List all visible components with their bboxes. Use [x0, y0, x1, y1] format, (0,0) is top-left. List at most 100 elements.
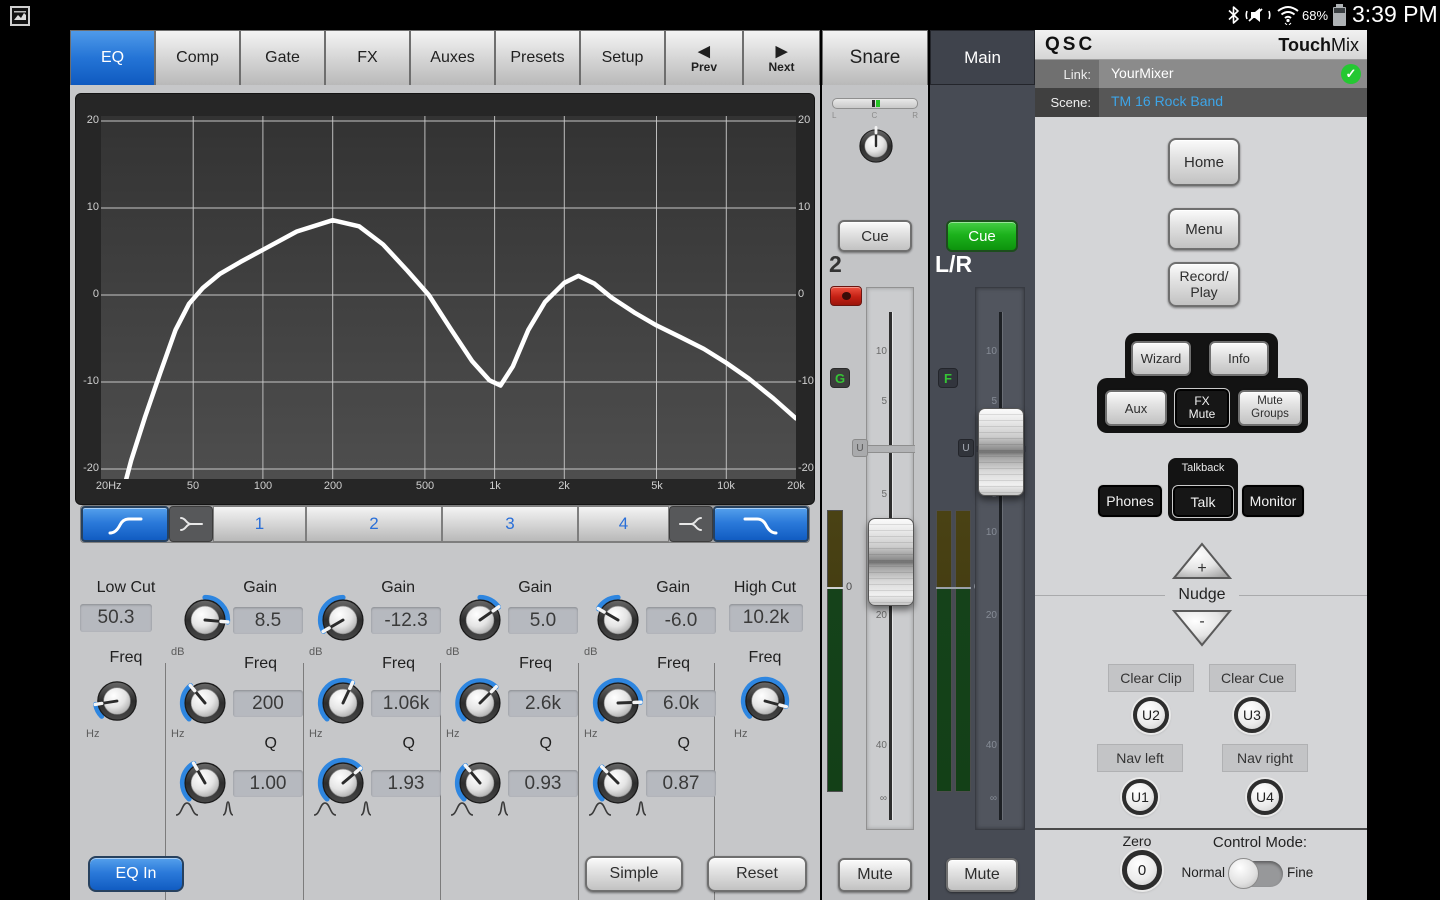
wizard-button[interactable]: Wizard: [1131, 341, 1191, 376]
band-2-button[interactable]: 2: [306, 506, 442, 542]
qsc-logo: QSC: [1045, 34, 1095, 56]
link-value: YourMixer: [1111, 65, 1174, 81]
band4-gain-knob[interactable]: [592, 594, 644, 646]
low-shelf-band-button[interactable]: [169, 506, 213, 542]
talk-button[interactable]: Talk: [1172, 485, 1234, 518]
tab-fx[interactable]: FX: [325, 30, 410, 85]
x-tick-1k: 1k: [489, 479, 501, 493]
remote-control-panel: QSC TouchMix Link: YourMixer ✓ Scene: TM…: [1035, 30, 1367, 900]
x-tick-500: 500: [416, 479, 434, 493]
high-shelf-band-button[interactable]: [669, 506, 713, 542]
scale-40: 40: [869, 740, 887, 751]
column-separator: [578, 663, 579, 900]
y-tick--10: -10: [78, 374, 99, 388]
tab-presets[interactable]: Presets: [495, 30, 580, 85]
knob-graphic: [317, 677, 369, 729]
eq-plot: [101, 116, 796, 479]
eq-in-button[interactable]: EQ In: [88, 856, 184, 892]
prev-label: Prev: [691, 60, 717, 74]
tab-auxes[interactable]: Auxes: [410, 30, 495, 85]
main-cue-button[interactable]: Cue: [946, 220, 1018, 252]
user-button-u4[interactable]: U4: [1247, 779, 1283, 815]
scale-5-bot: 5: [869, 489, 887, 500]
muted-speaker-icon: [1245, 7, 1271, 23]
low-cut-freq-knob[interactable]: [92, 676, 142, 726]
band-1-button[interactable]: 1: [213, 506, 306, 542]
pan-left-label: L: [832, 111, 836, 121]
prev-channel-button[interactable]: ◀ Prev: [665, 30, 743, 85]
y-tick-0: 0: [78, 287, 99, 301]
band2-gain-knob[interactable]: [317, 594, 369, 646]
monitor-button[interactable]: Monitor: [1241, 484, 1305, 518]
record-play-button[interactable]: Record/ Play: [1168, 262, 1240, 307]
tab-setup[interactable]: Setup: [580, 30, 665, 85]
tab-eq[interactable]: EQ: [70, 30, 155, 85]
channel-cue-button[interactable]: Cue: [838, 220, 912, 252]
channel-name-tab[interactable]: Snare: [822, 30, 928, 85]
y-tick-10: 10: [798, 200, 816, 214]
menu-button[interactable]: Menu: [1168, 208, 1240, 250]
channel-mute-button[interactable]: Mute: [838, 858, 912, 892]
tab-gate[interactable]: Gate: [240, 30, 325, 85]
y-tick--20: -20: [798, 461, 816, 475]
main-meter-zero-tick: [936, 587, 971, 589]
y-tick-10: 10: [78, 200, 99, 214]
record-arm-button[interactable]: [830, 286, 862, 306]
channel-fader-cap[interactable]: [868, 518, 914, 606]
talkback-label: Talkback: [1168, 458, 1238, 474]
control-mode-toggle[interactable]: [1231, 861, 1283, 887]
nudge-up-button[interactable]: +: [1171, 541, 1233, 581]
x-axis-labels: 20Hz501002005001k2k5k10k20k: [101, 479, 796, 495]
fx-mute-button[interactable]: FX Mute: [1174, 388, 1230, 428]
channel-fader-track[interactable]: 10 5 5 10 20 40 ∞: [866, 287, 914, 830]
zero-button[interactable]: 0: [1122, 850, 1162, 890]
screenshot-notification-icon: [10, 6, 30, 26]
band1-freq-knob[interactable]: [179, 677, 231, 729]
user-button-u3[interactable]: U3: [1234, 697, 1270, 733]
band3-freq-knob[interactable]: [454, 677, 506, 729]
mute-groups-button[interactable]: Mute Groups: [1238, 390, 1302, 426]
aux-button[interactable]: Aux: [1105, 390, 1167, 426]
phones-button[interactable]: Phones: [1097, 484, 1163, 518]
high-cut-band-button[interactable]: [713, 506, 809, 542]
nudge-down-button[interactable]: -: [1171, 608, 1233, 648]
main-group-letter: F: [944, 371, 952, 386]
band-4-button[interactable]: 4: [578, 506, 669, 542]
band1-q-label: Q: [205, 735, 277, 753]
main-group-badge: F: [938, 368, 958, 388]
channel-pan-knob[interactable]: [855, 125, 897, 167]
info-button[interactable]: Info: [1209, 341, 1269, 376]
low-cut-freq-label: Freq: [80, 649, 172, 667]
pan-indicator[interactable]: [832, 98, 918, 109]
band4-freq-knob[interactable]: [592, 677, 644, 729]
main-strip: Cue L/R F 0 10 5 5 10 20 40 ∞ U Mute: [930, 85, 1035, 900]
main-fader-track-line: [999, 312, 1002, 820]
scene-value[interactable]: TM 16 Rock Band: [1111, 93, 1223, 109]
svg-text:+: +: [1197, 560, 1206, 577]
simple-button[interactable]: Simple: [585, 856, 683, 892]
main-tab[interactable]: Main: [930, 30, 1035, 85]
low-cut-filter-icon: [103, 512, 147, 536]
band-3-button[interactable]: 3: [442, 506, 578, 542]
band3-gain-knob[interactable]: [454, 594, 506, 646]
low-cut-band-button[interactable]: [81, 506, 169, 542]
user-button-u1[interactable]: U1: [1122, 779, 1158, 815]
scale-20: 20: [869, 610, 887, 621]
home-button[interactable]: Home: [1168, 138, 1240, 186]
band3-q-value: 0.93: [508, 770, 578, 797]
band2-freq-knob[interactable]: [317, 677, 369, 729]
nav-right-label: Nav right: [1222, 744, 1308, 772]
band3-freq-label: Freq: [480, 655, 552, 673]
next-channel-button[interactable]: ▶ Next: [743, 30, 820, 85]
tab-comp[interactable]: Comp: [155, 30, 240, 85]
high-cut-freq-knob[interactable]: [740, 676, 790, 726]
clear-clip-label: Clear Clip: [1108, 664, 1194, 692]
band-4-label: 4: [619, 514, 628, 534]
scale-10-bot: 10: [979, 527, 997, 538]
band1-gain-knob[interactable]: [179, 594, 231, 646]
main-fader-cap[interactable]: [978, 408, 1024, 496]
reset-button[interactable]: Reset: [707, 856, 807, 892]
user-button-u2[interactable]: U2: [1133, 697, 1169, 733]
main-mute-button[interactable]: Mute: [946, 858, 1018, 892]
main-fader-track[interactable]: 10 5 5 10 20 40 ∞: [975, 287, 1025, 830]
